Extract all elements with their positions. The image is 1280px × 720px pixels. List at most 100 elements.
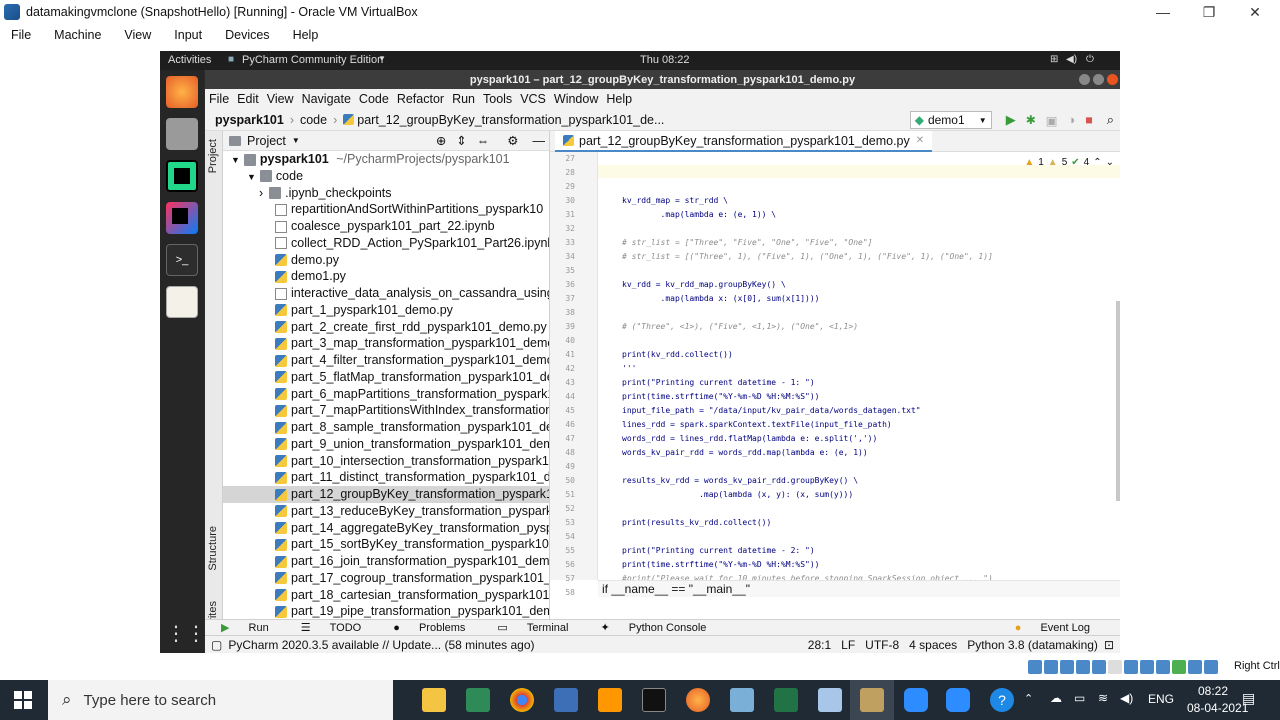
- code-line[interactable]: results_kv_rdd = words_kv_pair_rdd.group…: [622, 476, 858, 485]
- tree-file-item[interactable]: part_8_sample_transformation_pyspark101_…: [223, 419, 549, 436]
- code-line[interactable]: .map(lambda (x, y): (x, sum(y))): [622, 490, 853, 499]
- tree-file-item[interactable]: part_4_filter_transformation_pyspark101_…: [223, 352, 549, 369]
- terminal-icon[interactable]: >_: [166, 244, 198, 276]
- firefox-icon[interactable]: [686, 688, 710, 712]
- tab-structure[interactable]: Structure: [207, 526, 219, 571]
- coverage-icon[interactable]: ▣: [1046, 113, 1058, 128]
- code-line[interactable]: # ("Three", <1>), ("Five", <1,1>), ("One…: [622, 322, 858, 331]
- nav-folder[interactable]: code: [300, 113, 327, 127]
- tree-file-item[interactable]: part_6_mapPartitions_transformation_pysp…: [223, 386, 549, 403]
- battery-icon[interactable]: ▭: [1074, 691, 1085, 705]
- tree-file-item[interactable]: part_7_mapPartitionsWithIndex_transforma…: [223, 402, 549, 419]
- close-tab-icon[interactable]: ✕: [916, 135, 924, 146]
- wifi-icon[interactable]: ≋: [1098, 691, 1108, 705]
- vbox-menu-input[interactable]: Input: [174, 28, 202, 42]
- vbox-menu-help[interactable]: Help: [293, 28, 319, 42]
- mouse-integration-icon[interactable]: [1156, 660, 1170, 674]
- tree-file-item[interactable]: coalesce_pyspark101_part_22.ipynb: [223, 218, 549, 235]
- sublime-text-icon[interactable]: [598, 688, 622, 712]
- tree-file-item[interactable]: part_10_intersection_transformation_pysp…: [223, 453, 549, 470]
- menu-file[interactable]: File: [209, 92, 229, 106]
- onedrive-icon[interactable]: ☁: [1050, 691, 1062, 705]
- hide-icon[interactable]: —: [533, 134, 546, 148]
- vt-icon[interactable]: [1140, 660, 1154, 674]
- tree-file-item[interactable]: interactive_data_analysis_on_cassandra_u…: [223, 285, 549, 302]
- tree-file-item[interactable]: repartitionAndSortWithinPartitions_pyspa…: [223, 201, 549, 218]
- tree-file-item[interactable]: › .ipynb_checkpoints: [223, 185, 549, 202]
- menu-view[interactable]: View: [267, 92, 294, 106]
- project-pane-title[interactable]: Project: [247, 134, 286, 148]
- python-console-tool-window[interactable]: ✦ Python Console: [592, 621, 714, 634]
- cmd-icon[interactable]: [642, 688, 666, 712]
- code-line[interactable]: print(time.strftime("%Y-%m-%D %H:%M:%S")…: [622, 392, 819, 401]
- minimize-icon[interactable]: —: [1140, 0, 1186, 24]
- taskbar-app-icon[interactable]: [466, 688, 490, 712]
- code-line[interactable]: print(time.strftime("%Y-%m-%D %H:%M:%S")…: [622, 560, 819, 569]
- code-line[interactable]: kv_rdd_map = str_rdd \: [622, 196, 728, 205]
- caret-position[interactable]: 28:1: [808, 638, 831, 652]
- minimize-icon[interactable]: [1079, 74, 1090, 85]
- code-line[interactable]: input_file_path = "/data/input/kv_pair_d…: [622, 406, 921, 415]
- nav-file[interactable]: part_12_groupByKey_transformation_pyspar…: [357, 113, 664, 127]
- menu-run[interactable]: Run: [452, 92, 475, 106]
- tree-file-item[interactable]: part_14_aggregateByKey_transformation_py…: [223, 520, 549, 537]
- tree-file-item[interactable]: part_18_cartesian_transformation_pyspark…: [223, 587, 549, 604]
- stop-icon[interactable]: ■: [1085, 113, 1093, 127]
- code-line[interactable]: print("Printing current datetime - 2: "): [622, 546, 815, 555]
- show-applications-icon[interactable]: ⋮⋮: [166, 618, 206, 650]
- gear-icon[interactable]: ⚙: [507, 133, 518, 148]
- tree-file-item[interactable]: demo.py: [223, 252, 549, 269]
- chrome-icon[interactable]: [510, 688, 534, 712]
- code-line[interactable]: lines_rdd = spark.sparkContext.textFile(…: [622, 420, 892, 429]
- file-explorer-icon[interactable]: [422, 688, 446, 712]
- code-line[interactable]: kv_rdd = kv_rdd_map.groupByKey() \: [622, 280, 786, 289]
- usb-icon[interactable]: [1076, 660, 1090, 674]
- tree-root[interactable]: ▼ pyspark101 ~/PycharmProjects/pyspark101: [223, 151, 549, 168]
- firefox-icon[interactable]: [166, 76, 198, 108]
- files-icon[interactable]: [166, 118, 198, 150]
- code-line[interactable]: .map(lambda x: (x[0], sum(x[1]))): [622, 294, 820, 303]
- app-menu[interactable]: PyCharm Community Edition: [242, 54, 383, 66]
- code-line[interactable]: print("Printing current datetime - 1: "): [622, 378, 815, 387]
- network-icon[interactable]: ⊞: [1050, 54, 1058, 65]
- tree-file-item[interactable]: part_15_sortByKey_transformation_pyspark…: [223, 536, 549, 553]
- nav-project[interactable]: pyspark101: [215, 113, 284, 127]
- tree-file-item[interactable]: part_5_flatMap_transformation_pyspark101…: [223, 369, 549, 386]
- terminal-tool-window[interactable]: ▭ Terminal: [489, 621, 576, 634]
- problems-tool-window[interactable]: ● Problems: [385, 622, 473, 634]
- activities-button[interactable]: Activities: [168, 54, 211, 66]
- menu-tools[interactable]: Tools: [483, 92, 512, 106]
- menu-code[interactable]: Code: [359, 92, 389, 106]
- guest-display[interactable]: Activities ■ PyCharm Community Edition ▼…: [160, 51, 1120, 653]
- tree-file-item[interactable]: part_19_pipe_transformation_pyspark101_d…: [223, 603, 549, 619]
- collapse-all-icon[interactable]: ⇔: [477, 134, 490, 148]
- close-icon[interactable]: ✕: [1232, 0, 1278, 24]
- close-icon[interactable]: [1107, 74, 1118, 85]
- menu-refactor[interactable]: Refactor: [397, 92, 444, 106]
- event-log[interactable]: ● Event Log: [1007, 622, 1098, 634]
- python-interpreter[interactable]: Python 3.8 (datamaking): [967, 638, 1098, 652]
- intellij-icon[interactable]: [166, 202, 198, 234]
- arrow-icon[interactable]: [1204, 660, 1218, 674]
- tree-file-item[interactable]: part_12_groupByKey_transformation_pyspar…: [223, 486, 549, 503]
- editor-scrollbar[interactable]: [1116, 301, 1120, 501]
- lock-icon[interactable]: ⊡: [1104, 638, 1114, 652]
- text-editor-icon[interactable]: [166, 286, 198, 318]
- expand-all-icon[interactable]: ⇕: [456, 133, 466, 148]
- display-icon[interactable]: [1108, 660, 1122, 674]
- code-line[interactable]: words_kv_pair_rdd = words_rdd.map(lambda…: [622, 448, 868, 457]
- virtualbox-vm-icon[interactable]: [860, 688, 884, 712]
- clock[interactable]: Thu 08:22: [640, 54, 690, 66]
- shared-folder-icon[interactable]: [1092, 660, 1106, 674]
- power-icon[interactable]: ⏻: [1086, 54, 1094, 65]
- status-message[interactable]: PyCharm 2020.3.5 available // Update... …: [228, 638, 534, 652]
- code-line[interactable]: .map(lambda e: (e, 1)) \: [622, 210, 777, 219]
- code-breadcrumb[interactable]: if __name__ == "__main__": [598, 580, 1120, 597]
- chevron-up-icon[interactable]: ⌃: [1024, 692, 1033, 705]
- tree-file-item[interactable]: demo1.py: [223, 268, 549, 285]
- zoom-meeting-icon[interactable]: [946, 688, 970, 712]
- network-adapter-icon[interactable]: [1060, 660, 1074, 674]
- optical-drive-icon[interactable]: [1028, 660, 1042, 674]
- run-config-select[interactable]: ◆ demo1 ▼: [909, 111, 992, 129]
- volume-icon[interactable]: ◀): [1066, 54, 1077, 65]
